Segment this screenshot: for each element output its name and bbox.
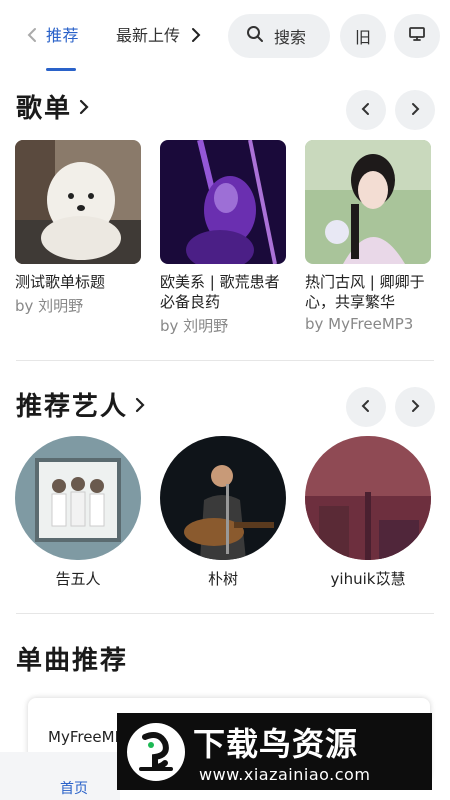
chevron-left-icon: [361, 398, 371, 417]
playlist-author: by 刘明野: [160, 317, 229, 335]
artist-card[interactable]: 告五人: [15, 436, 141, 589]
watermark-banner: 下载鸟资源 www.xiazainiao.com: [117, 713, 432, 790]
desktop-icon: [408, 26, 426, 46]
playlists-title: 歌单: [16, 94, 73, 124]
chevron-right-icon: [78, 98, 90, 116]
artists-prev-button[interactable]: [346, 387, 386, 427]
artist-card[interactable]: yihuik苡慧: [305, 436, 431, 589]
section-divider: [16, 613, 434, 614]
top-bar: 推荐 最新上传 搜索 旧: [0, 0, 450, 72]
playlist-card[interactable]: 欧美系 | 歌荒患者必备良药 by 刘明野: [160, 140, 286, 336]
artists-title: 推荐艺人: [16, 392, 129, 422]
chevron-right-icon: [134, 396, 146, 414]
songs-section-title: 单曲推荐: [16, 640, 128, 677]
artist-card[interactable]: 朴树: [160, 436, 286, 589]
tab-recommend[interactable]: 推荐: [46, 22, 79, 46]
playlists-section-title[interactable]: 歌单: [16, 88, 90, 125]
tab-active-indicator: [46, 68, 76, 71]
artists-next-button[interactable]: [395, 387, 435, 427]
watermark-brand: 下载鸟资源: [193, 725, 359, 763]
tab-scroll-left-icon[interactable]: [22, 22, 42, 48]
tab-scroll-right-icon[interactable]: [186, 22, 206, 48]
playlist-author: by MyFreeMP3: [305, 315, 414, 333]
playlist-cover-image: [160, 140, 286, 264]
playlist-title: 测试歌单标题: [15, 273, 106, 291]
tab-latest-upload[interactable]: 最新上传: [116, 22, 182, 46]
playlists-prev-button[interactable]: [346, 90, 386, 130]
section-divider: [16, 360, 434, 361]
desktop-button[interactable]: [394, 14, 440, 58]
old-version-button[interactable]: 旧: [340, 14, 386, 58]
search-icon: [246, 25, 264, 47]
playlist-cover-image: [15, 140, 141, 264]
watermark-url: www.xiazainiao.com: [199, 765, 371, 784]
playlist-card[interactable]: 热门古风 | 卿卿于心，共享繁华 by MyFreeMP3: [305, 140, 431, 333]
search-label: 搜索: [274, 28, 307, 47]
search-button[interactable]: 搜索: [228, 14, 330, 58]
artist-name: 朴树: [207, 570, 238, 588]
bird-logo-icon: [125, 721, 187, 783]
songs-title: 单曲推荐: [16, 646, 129, 676]
bottom-nav: 首页: [0, 752, 120, 800]
playlist-card[interactable]: 测试歌单标题 by 刘明野: [15, 140, 141, 316]
chevron-right-icon: [410, 101, 420, 120]
artist-avatar: [160, 436, 286, 560]
artist-avatar: [305, 436, 431, 560]
artists-section-title[interactable]: 推荐艺人: [16, 386, 146, 423]
playlist-title: 欧美系 | 歌荒患者必备良药: [160, 273, 280, 311]
playlist-author: by 刘明野: [15, 297, 84, 315]
nav-home[interactable]: 首页: [60, 778, 88, 798]
playlist-cover-image: [305, 140, 431, 264]
artist-name: yihuik苡慧: [330, 570, 406, 588]
chevron-left-icon: [361, 101, 371, 120]
playlists-next-button[interactable]: [395, 90, 435, 130]
song-source: MyFreeMP3: [48, 728, 120, 746]
artist-avatar: [15, 436, 141, 560]
chevron-right-icon: [410, 398, 420, 417]
artist-name: 告五人: [55, 570, 101, 588]
playlist-title: 热门古风 | 卿卿于心，共享繁华: [305, 273, 425, 311]
